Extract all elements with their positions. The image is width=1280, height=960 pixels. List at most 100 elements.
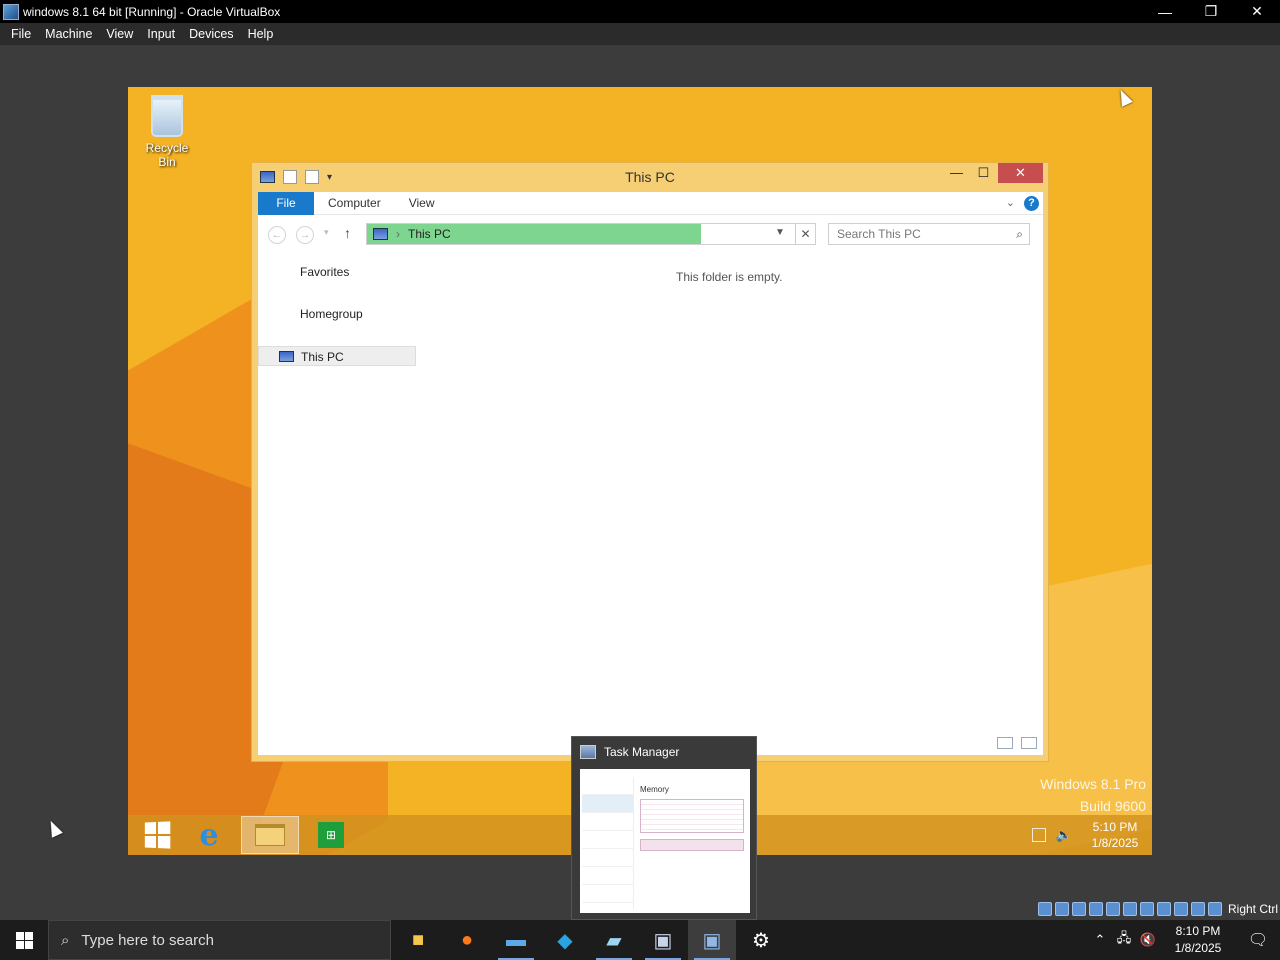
recycle-bin-label: Recycle Bin [145,141,189,169]
nav-item-favorites[interactable]: Favorites [258,262,416,282]
virtualbox-manager-icon: ▣ [653,929,673,952]
details-view-icon[interactable] [997,737,1013,749]
shared-folders-icon[interactable] [1122,902,1137,916]
tab-file[interactable]: File [258,191,314,215]
host-system-tray: ⌃ 🖧 🔇 8:10 PM 1/8/2025 🗨 [1088,920,1280,960]
tab-view[interactable]: View [395,192,449,215]
host-date: 1/8/2025 [1174,941,1222,955]
taskbar-app-settings[interactable]: ⚙ [737,920,785,960]
guest-time: 5:10 PM [1092,820,1138,834]
volume-icon[interactable]: 🔈 [1056,827,1072,843]
back-icon[interactable]: ← [268,226,286,244]
search-icon[interactable]: ⌕ [1016,227,1023,242]
memory-graph [640,799,744,833]
hard-disk-icon[interactable] [1037,902,1052,916]
nav-item-this-pc[interactable]: This PC [258,346,416,366]
visual-studio-icon: ◆ [557,929,573,952]
file-explorer-icon [255,824,285,846]
computer-icon [279,351,294,362]
host-key-label: Right Ctrl [1227,902,1278,916]
recycle-bin-icon [151,95,183,137]
virtualbox-vm-icon: ▣ [702,929,722,952]
guest-taskbar-ie[interactable]: e [180,816,238,854]
tab-computer[interactable]: Computer [314,192,395,215]
taskbar-app-visual-studio[interactable]: ◆ [541,920,589,960]
taskbar-app-virtualbox-manager[interactable]: ▣ [639,920,687,960]
explorer-minimize-button[interactable]: — [943,163,970,183]
minimize-button[interactable]: — [1142,0,1188,23]
guest-taskbar-store[interactable]: ⊞ [302,816,360,854]
mouse-integration-icon[interactable] [1190,902,1205,916]
navigation-pane: Favorites Homegroup This PC [258,262,416,388]
explorer-window[interactable]: ▾ This PC — ☐ ✕ File Computer View ⌄ ? ←… [251,162,1049,762]
address-dropdown-icon[interactable]: ▼ [775,227,785,238]
display-icon[interactable] [1139,902,1154,916]
large-icons-view-icon[interactable] [1021,737,1037,749]
guest-start-button[interactable] [128,816,186,854]
window-title: windows 8.1 64 bit [Running] - Oracle Vi… [23,4,281,19]
explorer-titlebar[interactable]: ▾ This PC — ☐ ✕ [252,163,1048,191]
network-icon[interactable]: 🖧 [1112,929,1136,951]
menu-devices[interactable]: Devices [182,27,240,41]
menu-input[interactable]: Input [140,27,182,41]
recent-locations-icon[interactable]: ▾ [324,227,329,238]
mouse-cursor-icon [45,818,63,838]
explorer-maximize-button[interactable]: ☐ [970,163,997,183]
remote-desktop-icon: ▬ [506,928,526,951]
restore-button[interactable]: ❐ [1188,0,1234,23]
forward-icon[interactable]: → [296,226,314,244]
guest-taskbar-explorer[interactable] [241,816,299,854]
network-icon[interactable] [1031,828,1046,842]
menu-file[interactable]: File [4,27,38,41]
up-icon[interactable]: ↑ [344,225,351,241]
recording-icon[interactable] [1156,902,1171,916]
taskbar-search-box[interactable]: ⌕ Type here to search [48,920,391,960]
menu-machine[interactable]: Machine [38,27,99,41]
task-manager-thumbnail[interactable]: Task Manager Memory [571,736,757,920]
start-button[interactable] [0,920,48,960]
nav-item-label: This PC [301,350,344,364]
guest-date: 1/8/2025 [1091,836,1139,850]
menu-view[interactable]: View [99,27,140,41]
taskbar-app-firefox[interactable]: ● [443,920,491,960]
thumbnail-preview: Memory [580,769,750,913]
network-adapter-icon[interactable] [1088,902,1103,916]
taskbar-app-remote-desktop[interactable]: ▬ [492,920,540,960]
search-input[interactable]: Search This PC ⌕ [828,223,1030,245]
optical-drive-icon[interactable] [1054,902,1069,916]
help-icon[interactable]: ? [1024,196,1039,211]
watermark-edition: Windows 8.1 Pro [1040,776,1146,792]
notification-center-icon[interactable]: 🗨 [1236,920,1280,960]
nav-item-homegroup[interactable]: Homegroup [258,304,416,324]
breadcrumb-this-pc[interactable]: This PC [408,227,451,241]
firefox-icon: ● [460,928,474,951]
usb-icon[interactable] [1105,902,1120,916]
chevron-up-icon[interactable]: ⌃ [1088,932,1112,948]
menu-help[interactable]: Help [241,27,281,41]
explorer-body: File Computer View ⌄ ? ← → ▾ ↑ › This PC [258,191,1043,755]
taskbar-app-virtualbox-vm[interactable]: ▣ [688,920,736,960]
close-button[interactable]: ✕ [1234,0,1280,23]
recycle-bin-shortcut[interactable]: Recycle Bin [136,95,198,169]
volume-muted-icon[interactable]: 🔇 [1136,932,1160,948]
taskbar-app-notepad[interactable]: ▰ [590,920,638,960]
host-clock[interactable]: 8:10 PM 1/8/2025 [1160,923,1236,957]
windows-logo-icon [144,821,171,849]
explorer-close-button[interactable]: ✕ [998,163,1043,183]
address-row: ← → ▾ ↑ › This PC ▼ ✕ Search This PC ⌕ [258,222,1043,248]
audio-icon[interactable] [1071,902,1086,916]
address-bar[interactable]: › This PC ▼ ✕ [366,223,816,245]
host-taskbar: ⌕ Type here to search ■ ● ▬ ◆ ▰ ▣ ▣ ⚙ ⌃ … [0,920,1280,960]
clear-address-icon[interactable]: ✕ [795,224,815,244]
empty-folder-message: This folder is empty. [676,270,783,284]
keyboard-icon[interactable] [1207,902,1222,916]
guest-clock[interactable]: 5:10 PM 1/8/2025 [1082,819,1148,851]
thumbnail-title: Task Manager [604,745,680,759]
folder-icon: ■ [411,928,425,951]
gear-icon: ⚙ [752,929,770,952]
notepad-icon: ▰ [606,929,622,952]
expand-ribbon-icon[interactable]: ⌄ [1006,196,1015,209]
thumbnail-sidebar [582,777,634,909]
taskbar-app-file-explorer[interactable]: ■ [394,920,442,960]
virtualization-icon[interactable] [1173,902,1188,916]
